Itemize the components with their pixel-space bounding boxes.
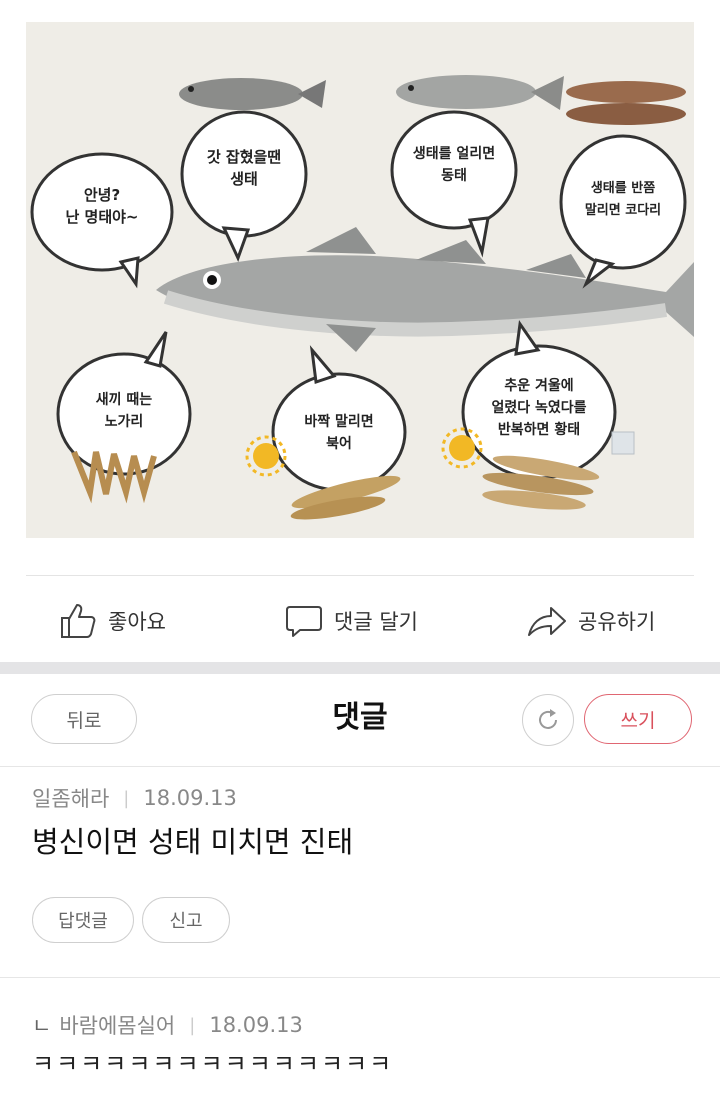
reply-indicator: ㄴ: [32, 1014, 52, 1038]
comment-date: 18.09.13: [209, 1013, 303, 1037]
comment-meta: 일좀해라 | 18.09.13: [32, 783, 237, 813]
bubble-frozen-line2: 동태: [441, 168, 467, 184]
fish-poster-illustration: 안녕? 난 명태야~ 갓 잡혔을땐 생태 생태를 얼리면 동태 생태를 반쯤 말…: [26, 22, 694, 538]
bubble-hello-line2: 난 명태야~: [66, 208, 139, 226]
comment-text: ㅋㅋㅋㅋㅋㅋㅋㅋㅋㅋㅋㅋㅋㅋㅋ: [32, 1050, 394, 1078]
reply-button[interactable]: 답댓글: [32, 897, 134, 943]
bubble-caught-line1: 갓 잡혔을땐: [207, 148, 281, 166]
bubble-half-dried-line2: 말리면 코다리: [585, 202, 661, 218]
bubble-frozen-line1: 생태를 얼리면: [413, 145, 495, 162]
share-label: 공유하기: [578, 610, 656, 634]
bubble-dried-line2: 북어: [326, 435, 352, 452]
meta-separator: |: [189, 1014, 196, 1036]
refresh-icon: [539, 709, 557, 729]
bubble-caught-line2: 생태: [230, 170, 258, 188]
like-button[interactable]: 좋아요: [58, 590, 166, 652]
bubble-winter-line3: 반복하면 황태: [498, 421, 580, 438]
thumbs-up-icon: [61, 604, 96, 638]
share-arrow-icon: [528, 607, 566, 636]
report-button[interactable]: 신고: [142, 897, 230, 943]
bubble-winter-line1: 추운 겨울에: [504, 377, 573, 394]
refresh-button[interactable]: [522, 694, 574, 746]
bubble-baby-line2: 노가리: [105, 414, 144, 430]
post-separator: [26, 575, 694, 576]
bubble-dried-line1: 바짝 말리면: [304, 413, 373, 430]
comment-meta: ㄴ 바람에몸실어 | 18.09.13: [32, 1010, 303, 1040]
comment-author[interactable]: 바람에몸실어: [59, 1010, 175, 1040]
comment-label: 댓글 달기: [334, 610, 418, 634]
ice-cube-icon: [611, 431, 635, 455]
comment-date: 18.09.13: [143, 786, 237, 810]
comment-text: 병신이면 성태 미치면 진태: [32, 825, 354, 859]
bubble-winter-line2: 얼렸다 녹였다를: [491, 399, 586, 416]
reply-comment-item: ㄴ 바람에몸실어 | 18.09.13 ㅋㅋㅋㅋㅋㅋㅋㅋㅋㅋㅋㅋㅋㅋㅋ: [0, 978, 720, 1096]
meta-separator: |: [123, 787, 130, 809]
write-button[interactable]: 쓰기: [584, 694, 692, 744]
comment-button[interactable]: 댓글 달기: [284, 590, 418, 652]
bubble-half-dried-line1: 생태를 반쯤: [591, 180, 655, 196]
share-button[interactable]: 공유하기: [526, 590, 655, 652]
comments-header: 뒤로 댓글 쓰기: [0, 674, 720, 767]
section-divider: [0, 662, 720, 674]
comment-item: 일좀해라 | 18.09.13 병신이면 성태 미치면 진태 답댓글 신고: [0, 767, 720, 978]
post-action-bar: 좋아요 댓글 달기 공유하기: [0, 590, 720, 652]
speech-bubble-icon: [286, 606, 322, 637]
post-image[interactable]: 안녕? 난 명태야~ 갓 잡혔을땐 생태 생태를 얼리면 동태 생태를 반쯤 말…: [26, 22, 694, 538]
like-label: 좋아요: [108, 610, 166, 634]
bubble-baby-line1: 새끼 때는: [96, 392, 153, 408]
bubble-hello-line1: 안녕?: [84, 186, 120, 204]
comment-author[interactable]: 일좀해라: [32, 783, 109, 813]
